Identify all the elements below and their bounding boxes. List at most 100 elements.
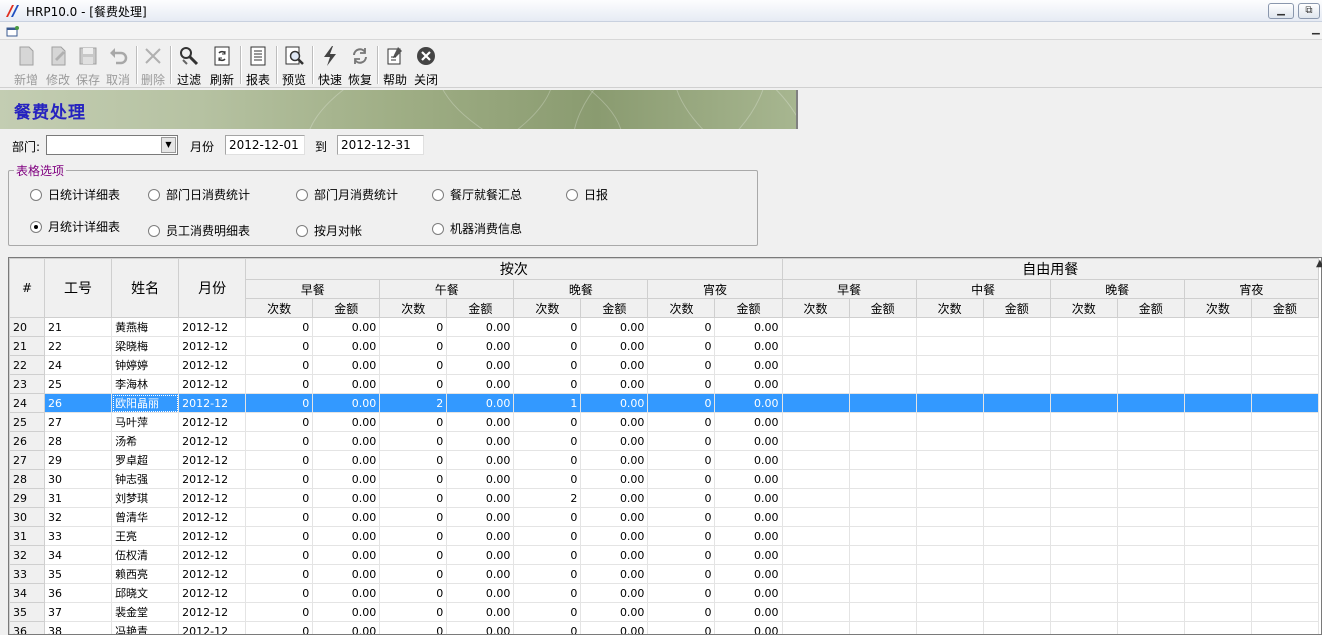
cell-amount[interactable]: 0.00 — [312, 336, 381, 356]
cell-free-amount[interactable] — [1116, 545, 1185, 565]
cell-amount[interactable]: 0.00 — [580, 583, 649, 603]
cell-amount[interactable]: 0.00 — [312, 564, 381, 584]
cell-amount[interactable]: 0.00 — [714, 469, 783, 489]
cell-count[interactable]: 0 — [379, 621, 448, 634]
delete-button[interactable]: 删除 — [139, 44, 167, 87]
cell-month[interactable]: 2012-12 — [178, 507, 247, 527]
cell-free-amount[interactable] — [1116, 393, 1185, 413]
cell-count[interactable]: 0 — [379, 583, 448, 603]
cell-free-amount[interactable] — [982, 602, 1051, 622]
cell-free-count[interactable] — [1183, 336, 1252, 356]
cell-count[interactable]: 2 — [379, 393, 448, 413]
header-amount[interactable]: 金额 — [1250, 298, 1320, 318]
quick-button[interactable]: 快速 — [315, 44, 345, 87]
cell-free-amount[interactable] — [1250, 507, 1320, 527]
cell-count[interactable]: 0 — [513, 469, 582, 489]
cell-id[interactable]: 28 — [44, 431, 113, 451]
cell-id[interactable]: 37 — [44, 602, 113, 622]
cell-name[interactable]: 黄燕梅 — [111, 317, 180, 337]
radio-circle-icon[interactable] — [148, 189, 160, 201]
cell-count[interactable]: 1 — [513, 393, 582, 413]
cell-count[interactable]: 0 — [245, 336, 314, 356]
cell-amount[interactable]: 0.00 — [312, 526, 381, 546]
cell-count[interactable]: 0 — [513, 507, 582, 527]
cell-count[interactable]: 0 — [379, 526, 448, 546]
cell-count[interactable]: 0 — [513, 317, 582, 337]
row-number[interactable]: 28 — [9, 469, 46, 489]
cell-free-amount[interactable] — [1116, 526, 1185, 546]
radio-daily-report[interactable]: 日报 — [566, 186, 608, 203]
cell-amount[interactable]: 0.00 — [446, 564, 515, 584]
cell-free-count[interactable] — [1183, 488, 1252, 508]
cell-count[interactable]: 0 — [513, 450, 582, 470]
filter-button[interactable]: 过滤 — [174, 44, 204, 87]
cell-amount[interactable]: 0.00 — [446, 488, 515, 508]
cell-amount[interactable]: 0.00 — [446, 621, 515, 634]
cell-free-amount[interactable] — [982, 450, 1051, 470]
cell-name[interactable]: 钟婷婷 — [111, 355, 180, 375]
header-count[interactable]: 次数 — [1049, 298, 1118, 318]
cell-count[interactable]: 0 — [245, 507, 314, 527]
cell-free-amount[interactable] — [1250, 583, 1320, 603]
cell-amount[interactable]: 0.00 — [580, 393, 649, 413]
cell-count[interactable]: 0 — [513, 374, 582, 394]
cell-amount[interactable]: 0.00 — [312, 317, 381, 337]
cell-free-count[interactable] — [1049, 469, 1118, 489]
cell-free-amount[interactable] — [848, 355, 917, 375]
cell-free-amount[interactable] — [1250, 336, 1320, 356]
cell-name[interactable]: 邱晓文 — [111, 583, 180, 603]
cell-free-count[interactable] — [781, 355, 850, 375]
cell-amount[interactable]: 0.00 — [714, 355, 783, 375]
cell-count[interactable]: 0 — [379, 564, 448, 584]
cell-count[interactable]: 2 — [513, 488, 582, 508]
cell-free-count[interactable] — [1183, 583, 1252, 603]
cell-amount[interactable]: 0.00 — [312, 393, 381, 413]
cell-name[interactable]: 伍权清 — [111, 545, 180, 565]
cell-count[interactable]: 0 — [647, 469, 716, 489]
cell-free-count[interactable] — [1049, 317, 1118, 337]
cell-count[interactable]: 0 — [647, 564, 716, 584]
cell-count[interactable]: 0 — [379, 336, 448, 356]
cell-free-count[interactable] — [1049, 355, 1118, 375]
header-count[interactable]: 次数 — [513, 298, 582, 318]
cell-amount[interactable]: 0.00 — [714, 564, 783, 584]
cell-free-amount[interactable] — [1116, 412, 1185, 432]
row-number[interactable]: 23 — [9, 374, 46, 394]
cell-count[interactable]: 0 — [379, 431, 448, 451]
save-button[interactable]: 保存 — [73, 44, 103, 87]
cell-free-count[interactable] — [1049, 545, 1118, 565]
radio-dept-daily[interactable]: 部门日消费统计 — [148, 186, 250, 203]
cell-amount[interactable]: 0.00 — [446, 355, 515, 375]
table-row[interactable]: 28 30 钟志强 2012-12 0 0.00 0 0.00 0 0.00 0 0.00 — [9, 469, 1320, 489]
cell-free-count[interactable] — [781, 507, 850, 527]
cell-amount[interactable]: 0.00 — [714, 450, 783, 470]
cell-amount[interactable]: 0.00 — [580, 602, 649, 622]
cell-free-amount[interactable] — [982, 374, 1051, 394]
cell-id[interactable]: 22 — [44, 336, 113, 356]
cell-free-count[interactable] — [1049, 336, 1118, 356]
row-number[interactable]: 21 — [9, 336, 46, 356]
cell-month[interactable]: 2012-12 — [178, 393, 247, 413]
cell-amount[interactable]: 0.00 — [580, 450, 649, 470]
cell-free-amount[interactable] — [1116, 469, 1185, 489]
cell-month[interactable]: 2012-12 — [178, 317, 247, 337]
cell-free-count[interactable] — [1049, 488, 1118, 508]
row-number[interactable]: 34 — [9, 583, 46, 603]
header-count[interactable]: 次数 — [245, 298, 314, 318]
cell-count[interactable]: 0 — [245, 412, 314, 432]
cell-free-count[interactable] — [915, 564, 984, 584]
cell-free-count[interactable] — [1183, 564, 1252, 584]
cell-count[interactable]: 0 — [379, 602, 448, 622]
cell-free-count[interactable] — [1049, 374, 1118, 394]
cell-free-amount[interactable] — [982, 545, 1051, 565]
cell-free-count[interactable] — [781, 450, 850, 470]
cell-free-count[interactable] — [781, 564, 850, 584]
cell-free-amount[interactable] — [982, 317, 1051, 337]
cell-free-amount[interactable] — [848, 602, 917, 622]
cell-name[interactable]: 冯艳青 — [111, 621, 180, 634]
header-amount[interactable]: 金额 — [982, 298, 1051, 318]
cell-free-amount[interactable] — [848, 393, 917, 413]
cell-free-amount[interactable] — [1116, 431, 1185, 451]
cell-amount[interactable]: 0.00 — [312, 488, 381, 508]
radio-circle-icon[interactable] — [30, 221, 42, 233]
